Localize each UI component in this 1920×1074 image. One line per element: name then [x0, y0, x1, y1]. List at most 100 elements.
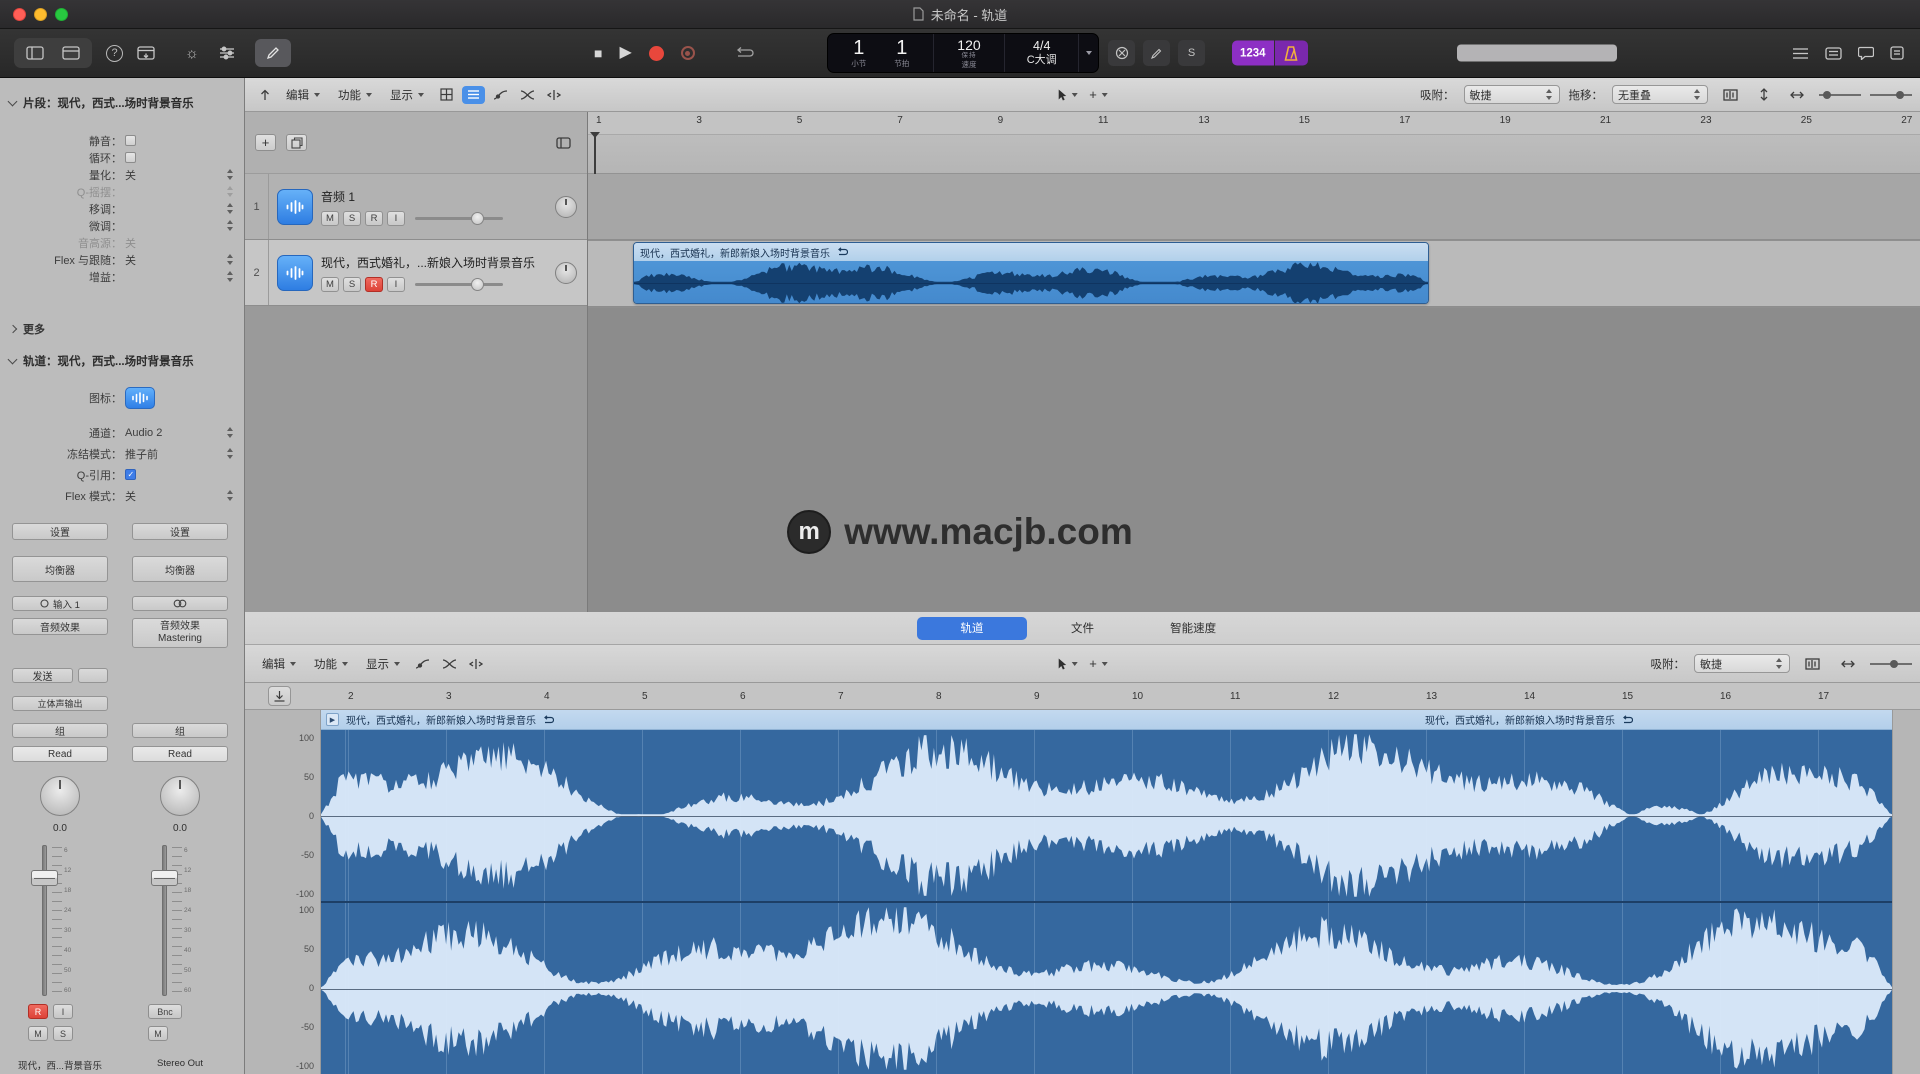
stepper-icon[interactable]	[226, 270, 235, 283]
mute-button[interactable]: M	[28, 1026, 48, 1041]
track-icon-button[interactable]	[277, 189, 313, 225]
drag-dropdown[interactable]: 无重叠	[1612, 85, 1708, 104]
metronome-button[interactable]	[1275, 41, 1308, 66]
library-toggle-icon[interactable]	[26, 46, 44, 60]
solo-button[interactable]: S	[343, 211, 361, 226]
fader-cap[interactable]	[151, 870, 178, 886]
lcd-beat-value[interactable]: 1	[896, 38, 907, 59]
pan-knob[interactable]	[555, 262, 577, 284]
audio-region[interactable]: 现代，西式婚礼，新郎新娘入场时背景音乐	[633, 242, 1429, 304]
pencil-tool-button[interactable]	[255, 39, 291, 67]
waveform-lane-right[interactable]	[321, 901, 1892, 1074]
horizontal-zoom-icon[interactable]	[1841, 659, 1855, 669]
capture-record-button[interactable]	[681, 46, 695, 60]
volume-fader[interactable]: 612182430405060	[16, 843, 104, 998]
freeze-value[interactable]: 推子前	[122, 446, 226, 462]
lcd-position[interactable]: 1 小节 1 节拍	[828, 34, 934, 72]
track-name[interactable]: 音频 1	[321, 188, 549, 205]
stop-button[interactable]: ■	[594, 46, 602, 60]
automation-mode-button[interactable]: Read	[12, 746, 108, 762]
secondary-tool-menu[interactable]	[1089, 657, 1108, 671]
editor-bar-ruler[interactable]: 234567891011121314151617	[245, 683, 1920, 710]
solo-button[interactable]: S	[343, 277, 361, 292]
view-menu[interactable]: 显示	[366, 656, 400, 672]
eq-button[interactable]: 均衡器	[132, 556, 228, 582]
flex-follow-value[interactable]: 关	[122, 252, 226, 268]
record-button[interactable]	[649, 46, 664, 61]
editors-panel-icon[interactable]	[1825, 47, 1842, 60]
volume-slider-knob[interactable]	[471, 278, 484, 291]
view-list-icon[interactable]	[1792, 47, 1809, 60]
loop-checkbox[interactable]	[125, 152, 136, 163]
stepper-icon[interactable]	[226, 168, 235, 181]
setting-button[interactable]: 设置	[12, 523, 108, 540]
view-menu[interactable]: 显示	[390, 87, 424, 103]
edit-menu[interactable]: 编辑	[262, 656, 296, 672]
track-row-audio2[interactable]: 2 现代，西式婚礼，...新娘入场时背景音乐 M S R I	[245, 240, 587, 306]
minimize-window-button[interactable]	[34, 8, 47, 21]
mute-button[interactable]: M	[321, 211, 339, 226]
horizontal-zoom-slider[interactable]	[1870, 90, 1912, 100]
audio-fx-button[interactable]: 音频效果 Mastering	[132, 618, 228, 648]
count-in-button[interactable]: 1234	[1232, 41, 1274, 66]
lcd-display[interactable]: 1 小节 1 节拍 120 保持 速度 4/4 C大调	[827, 33, 1099, 73]
automation-tool-icon[interactable]	[493, 89, 508, 101]
pan-knob[interactable]	[555, 196, 577, 218]
q-reference-checkbox[interactable]	[125, 469, 136, 480]
snap-dropdown[interactable]: 敏捷	[1694, 654, 1790, 673]
smart-controls-icon[interactable]	[219, 46, 235, 60]
dim-display-icon[interactable]: ☼	[185, 45, 199, 62]
track-name[interactable]: 现代，西式婚礼，...新娘入场时背景音乐	[321, 254, 549, 271]
mute-button[interactable]: M	[321, 277, 339, 292]
volume-slider-knob[interactable]	[471, 212, 484, 225]
volume-slider[interactable]	[415, 277, 503, 291]
more-disclosure[interactable]: 更多	[0, 320, 244, 338]
crossfade-tool-icon[interactable]	[520, 89, 535, 101]
stepper-icon[interactable]	[226, 489, 235, 502]
play-button[interactable]: ▶	[619, 45, 631, 61]
track-icon-button[interactable]	[125, 387, 155, 409]
volume-readout[interactable]: 0.0	[132, 823, 228, 834]
zoom-slider[interactable]	[1870, 659, 1912, 669]
audio-fx-button[interactable]: 音频效果	[12, 618, 108, 635]
close-window-button[interactable]	[13, 8, 26, 21]
replace-mode-button[interactable]	[1143, 40, 1170, 66]
duplicate-track-button[interactable]	[286, 134, 307, 151]
playhead[interactable]	[594, 132, 596, 174]
volume-readout[interactable]: 0.0	[12, 823, 108, 834]
flex-tool-icon[interactable]	[547, 89, 561, 101]
quick-help-button[interactable]: ?	[106, 45, 123, 62]
solo-button[interactable]: S	[53, 1026, 73, 1041]
tab-smart-tempo[interactable]: 智能速度	[1138, 617, 1249, 640]
stepper-icon[interactable]	[226, 219, 235, 232]
group-button[interactable]: 组	[12, 723, 108, 738]
pointer-tool-menu[interactable]	[1057, 89, 1077, 101]
add-track-button[interactable]	[255, 134, 276, 151]
stereo-input-button[interactable]	[132, 596, 228, 611]
stepper-icon[interactable]	[226, 447, 235, 460]
tab-file[interactable]: 文件	[1027, 617, 1138, 640]
lcd-key-name[interactable]: C大调	[1027, 54, 1057, 66]
editor-scrollbar-column[interactable]	[1892, 730, 1920, 1074]
vertical-zoom-slider[interactable]	[1819, 90, 1861, 100]
lcd-bar-value[interactable]: 1	[853, 38, 864, 59]
zoom-window-button[interactable]	[55, 8, 68, 21]
functions-menu[interactable]: 功能	[338, 87, 372, 103]
list-view-button[interactable]	[462, 86, 485, 104]
low-latency-button[interactable]	[1108, 40, 1135, 66]
channel-value[interactable]: Audio 2	[122, 427, 226, 439]
fader-cap[interactable]	[31, 870, 58, 886]
pan-knob[interactable]	[160, 776, 200, 816]
eq-button[interactable]: 均衡器	[12, 556, 108, 582]
horizontal-zoom-icon[interactable]	[1790, 90, 1804, 100]
region-title-bar[interactable]: 现代，西式婚礼，新郎新娘入场时背景音乐	[634, 243, 1428, 261]
automation-mode-button[interactable]: Read	[132, 746, 228, 762]
region-inspector-header[interactable]: 片段：现代，西式...场时背景音乐	[0, 92, 244, 114]
region-header-strip[interactable]: ▶ 现代，西式婚礼，新郎新娘入场时背景音乐 现代，西式婚礼，新郎新娘入场时背景音…	[321, 710, 1892, 730]
input-button[interactable]: 输入 1	[12, 596, 108, 611]
pointer-tool-menu[interactable]	[1057, 658, 1077, 670]
lcd-key-signature[interactable]: 4/4 C大调	[1005, 34, 1079, 72]
send-slot[interactable]	[78, 668, 108, 683]
sends-button[interactable]: 发送	[12, 668, 73, 683]
input-monitor-button[interactable]: I	[387, 211, 405, 226]
